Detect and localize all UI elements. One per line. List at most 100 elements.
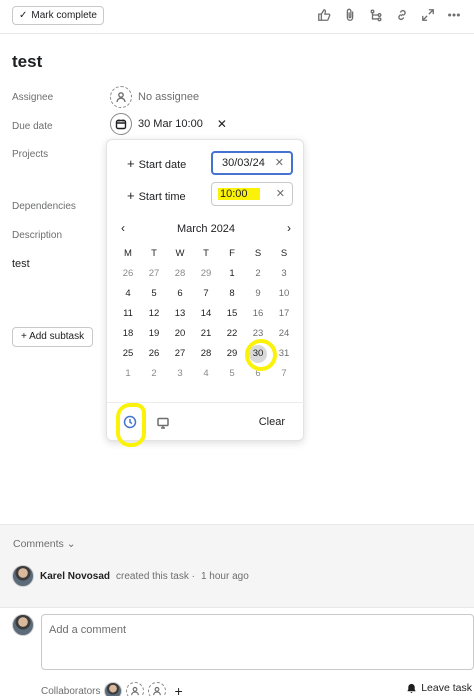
toolbar-icons (316, 7, 462, 23)
calendar-day[interactable]: 12 (141, 304, 167, 324)
projects-label: Projects (12, 149, 49, 160)
calendar-day[interactable]: 7 (193, 284, 219, 304)
calendar-day[interactable]: 5 (141, 284, 167, 304)
mark-complete-label: Mark complete (31, 10, 97, 21)
calendar-day[interactable]: 9 (245, 284, 271, 304)
calendar-day[interactable]: 17 (271, 304, 297, 324)
plus-icon[interactable]: + (174, 683, 182, 696)
recurrence-icon[interactable] (156, 416, 170, 435)
thumbs-up-icon[interactable] (316, 7, 332, 23)
start-time-input[interactable]: 10:00 ✕ (211, 182, 293, 206)
calendar-day[interactable]: 24 (271, 324, 297, 344)
calendar-icon (110, 113, 132, 135)
collaborator-avatar[interactable] (104, 682, 123, 696)
mark-complete-button[interactable]: ✓ Mark complete (12, 6, 104, 25)
calendar-day[interactable]: 22 (219, 324, 245, 344)
calendar-day[interactable]: 7 (271, 364, 297, 384)
weekday-label: T (151, 248, 157, 259)
leave-task-label: Leave task (421, 682, 472, 694)
calendar-day[interactable]: 11 (115, 304, 141, 324)
calendar-day[interactable]: 5 (219, 364, 245, 384)
calendar-day[interactable]: 13 (167, 304, 193, 324)
leave-task-button[interactable]: Leave task (406, 682, 472, 694)
calendar-day[interactable]: 21 (193, 324, 219, 344)
avatar (12, 614, 34, 636)
calendar-day[interactable]: 29 (219, 344, 245, 364)
calendar-day[interactable]: 16 (245, 304, 271, 324)
calendar-day[interactable]: 28 (167, 264, 193, 284)
due-date-label: Due date (12, 121, 53, 132)
calendar-day[interactable]: 20 (167, 324, 193, 344)
calendar-day[interactable]: 29 (193, 264, 219, 284)
calendar-day[interactable]: 14 (193, 304, 219, 324)
start-time-toggle[interactable]: + Start time (127, 188, 186, 203)
calendar-day[interactable]: 4 (193, 364, 219, 384)
calendar-day[interactable]: 2 (245, 264, 271, 284)
add-comment-row: Add a comment Collaborators + Leave task (0, 607, 474, 696)
weekday-label: T (203, 248, 209, 259)
start-date-toggle[interactable]: + Start date (127, 156, 186, 171)
weekday-label: S (280, 248, 288, 259)
task-detail-page: ✓ Mark complete test Assignee Due date P… (0, 0, 474, 696)
add-collaborator-icon[interactable] (148, 682, 167, 696)
calendar-day[interactable]: 1 (219, 264, 245, 284)
calendar-day[interactable]: 26 (141, 344, 167, 364)
clear-button[interactable]: Clear (259, 416, 285, 428)
description-label: Description (12, 230, 63, 241)
due-date-value: 30 Mar 10:00 (138, 118, 203, 130)
activity-time: 1 hour ago (200, 570, 249, 582)
link-icon[interactable] (394, 7, 410, 23)
month-navigation: ‹ March 2024 › (107, 221, 305, 237)
calendar-day[interactable]: 27 (141, 264, 167, 284)
calendar-day[interactable]: 25 (115, 344, 141, 364)
attachment-icon[interactable] (342, 7, 358, 23)
start-date-input[interactable]: 30/03/24 ✕ (211, 151, 293, 175)
calendar-day[interactable]: 3 (167, 364, 193, 384)
calendar-day[interactable]: 19 (141, 324, 167, 344)
date-picker-popup: + Start date 30/03/24 ✕ + Start time 10:00… (106, 139, 305, 441)
expand-icon[interactable] (420, 7, 436, 23)
task-toolbar: ✓ Mark complete (0, 0, 474, 34)
calendar-day[interactable]: 27 (167, 344, 193, 364)
calendar-day[interactable]: 15 (219, 304, 245, 324)
activity-text: created this task · (116, 570, 195, 582)
calendar-day[interactable]: 8 (219, 284, 245, 304)
calendar-day[interactable]: 10 (271, 284, 297, 304)
calendar-day[interactable]: 28 (193, 344, 219, 364)
more-icon[interactable] (446, 7, 462, 23)
task-title[interactable]: test (12, 52, 42, 72)
highlight-annotation (116, 403, 146, 447)
weekday-label: F (229, 248, 235, 259)
clear-start-time-icon[interactable]: ✕ (276, 183, 285, 205)
description-text[interactable]: test (12, 258, 30, 270)
calendar-day[interactable]: 3 (271, 264, 297, 284)
start-date-value: 30/03/24 (222, 157, 265, 169)
calendar-day[interactable]: 18 (115, 324, 141, 344)
assignee-value: No assignee (138, 91, 200, 103)
add-collaborator-icon[interactable] (126, 682, 145, 696)
subtasks-icon[interactable] (368, 7, 384, 23)
calendar-day[interactable]: 2 (141, 364, 167, 384)
bell-icon (407, 683, 416, 693)
collaborators-label: Collaborators (41, 685, 101, 696)
chevron-right-icon[interactable]: › (287, 221, 291, 235)
activity-user[interactable]: Karel Novosad (40, 571, 110, 582)
add-subtask-button[interactable]: + Add subtask (12, 327, 94, 347)
assignee-label: Assignee (12, 92, 54, 103)
calendar-day[interactable]: 1 (115, 364, 141, 384)
weekday-label: S (254, 248, 262, 259)
comments-header: Comments (13, 538, 64, 550)
assignee-field[interactable]: No assignee (110, 86, 199, 108)
calendar-day[interactable]: 26 (115, 264, 141, 284)
comments-toggle[interactable]: Comments ⌄ (13, 538, 76, 550)
due-date-field[interactable]: 30 Mar 10:00 ✕ (110, 113, 227, 135)
avatar[interactable] (12, 565, 34, 587)
clear-start-date-icon[interactable]: ✕ (275, 153, 284, 173)
plus-icon: + (127, 156, 135, 171)
clear-due-date-icon[interactable]: ✕ (217, 117, 227, 131)
calendar-day[interactable]: 4 (115, 284, 141, 304)
month-title: March 2024 (176, 223, 236, 235)
comment-input[interactable]: Add a comment (41, 614, 474, 670)
highlight-annotation (245, 339, 277, 371)
calendar-day[interactable]: 6 (167, 284, 193, 304)
